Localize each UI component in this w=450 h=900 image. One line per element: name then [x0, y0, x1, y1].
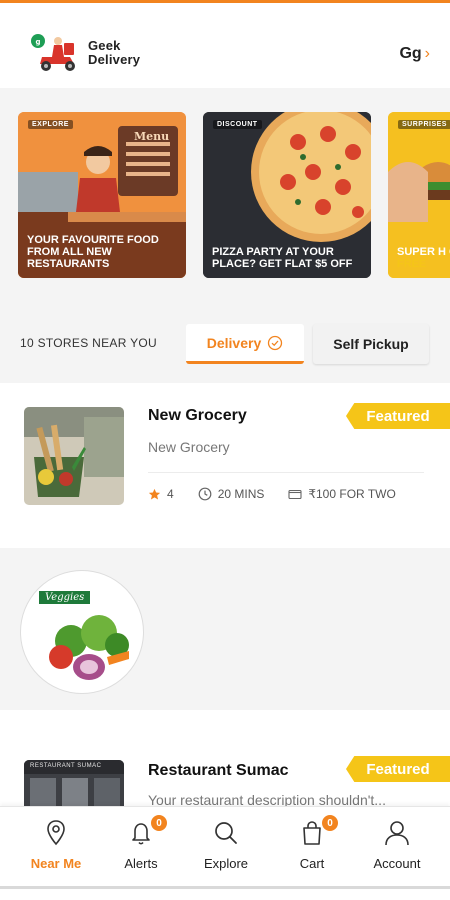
clock-icon — [198, 487, 212, 501]
banner-caption: SUPER H GET A BU FREE — [397, 246, 450, 270]
promo-carousel[interactable]: Menu EXPLORE YOUR FAVOURITE FOOD FROM AL… — [0, 88, 450, 303]
bell-icon — [132, 823, 150, 845]
star-icon — [148, 488, 161, 499]
tab-delivery-label: Delivery — [206, 334, 262, 351]
nav-alerts-label: Alerts — [124, 856, 158, 871]
featured-badge: Featured — [346, 756, 450, 782]
brand-line-2: Delivery — [88, 52, 141, 67]
tab-delivery[interactable]: Delivery — [186, 324, 304, 364]
user-initials: Gg — [399, 45, 422, 62]
price-value: ₹100 FOR TWO — [308, 487, 396, 501]
banner-highlight: FREE — [397, 258, 427, 270]
store-thumbnail — [24, 407, 124, 505]
delivery-time: 20 MINS — [198, 487, 265, 501]
nav-near-me[interactable]: Near Me — [16, 819, 96, 871]
nav-account-label: Account — [373, 856, 421, 871]
nav-cart[interactable]: 0 Cart — [272, 815, 352, 871]
store-name: New Grocery — [148, 407, 247, 424]
nav-account[interactable]: Account — [357, 819, 437, 871]
nav-cart-label: Cart — [299, 856, 325, 871]
chevron-right-icon: › — [424, 45, 430, 62]
tab-self-pickup-label: Self Pickup — [333, 336, 409, 352]
rating-value: 4 — [167, 487, 174, 501]
nav-explore-label: Explore — [203, 856, 249, 871]
delivery-scooter-logo-icon: g — [31, 34, 75, 71]
banner-tag: DISCOUNT — [213, 120, 262, 129]
bottom-navigation: Near Me 0 Alerts Explore 0 Cart Account — [0, 806, 450, 889]
tab-self-pickup[interactable]: Self Pickup — [313, 324, 429, 364]
nav-alerts[interactable]: 0 Alerts — [101, 815, 181, 871]
user-icon — [385, 821, 409, 846]
app-header: g Geek Delivery Gg › — [0, 0, 450, 88]
wallet-icon — [288, 489, 302, 500]
promo-banner-explore[interactable]: Menu EXPLORE YOUR FAVOURITE FOOD FROM AL… — [18, 112, 186, 278]
store-thumbnail: RESTAURANT SUMAC — [24, 760, 124, 806]
banner-tag: SURPRISES — [398, 120, 450, 129]
nav-explore[interactable]: Explore — [186, 819, 266, 871]
nav-near-me-label: Near Me — [30, 856, 82, 871]
check-circle-icon — [268, 335, 283, 350]
store-card[interactable]: RESTAURANT SUMAC Restaurant Sumac Featur… — [0, 710, 450, 806]
shopping-bag-icon — [303, 821, 321, 845]
stores-count: 10 STORES NEAR YOU — [20, 336, 158, 350]
price-for-two: ₹100 FOR TWO — [288, 487, 396, 501]
divider — [148, 472, 424, 473]
store-description: New Grocery — [148, 439, 230, 455]
user-profile-link[interactable]: Gg › — [399, 45, 430, 63]
delivery-time-value: 20 MINS — [217, 487, 265, 501]
promo-banner-surprises[interactable]: SURPRISES SUPER H GET A BU FREE — [388, 112, 450, 278]
featured-badge: Featured — [346, 403, 450, 429]
system-nav-line — [0, 886, 450, 889]
banner-tag: EXPLORE — [28, 120, 73, 129]
store-meta: 4 20 MINS ₹100 FOR TWO — [148, 487, 420, 501]
store-name: Restaurant Sumac — [148, 762, 289, 779]
category-veggies[interactable]: Veggies — [20, 570, 144, 694]
alerts-badge: 0 — [151, 815, 167, 831]
banner-caption: YOUR FAVOURITE FOOD FROM ALL NEW RESTAUR… — [27, 234, 159, 270]
category-label: Veggies — [39, 591, 91, 604]
promo-banner-discount[interactable]: DISCOUNT PIZZA PARTY AT YOUR PLACE? GET … — [203, 112, 371, 278]
vegetables-image-icon — [49, 615, 129, 680]
brand-line-1: Geek — [88, 38, 121, 53]
store-card[interactable]: New Grocery Featured New Grocery 4 20 MI… — [0, 383, 450, 548]
grocery-cart-image-icon — [24, 407, 124, 505]
storefront-sign: RESTAURANT SUMAC — [30, 763, 102, 769]
store-description: Your restaurant description shouldn't... — [148, 792, 386, 806]
svg-text:g: g — [35, 38, 40, 46]
menu-board-text: Menu — [134, 130, 170, 143]
store-filter-bar: 10 STORES NEAR YOU Delivery Self Pickup — [0, 303, 450, 383]
cart-badge: 0 — [322, 815, 338, 831]
banner-caption-text: SUPER H GET A BU — [397, 246, 450, 258]
search-icon — [215, 822, 237, 844]
rating: 4 — [148, 487, 174, 501]
location-pin-icon — [47, 820, 65, 846]
banner-caption: PIZZA PARTY AT YOUR PLACE? GET FLAT $5 O… — [212, 246, 353, 270]
category-row: Veggies — [0, 548, 450, 710]
brand-name: Geek Delivery — [88, 39, 140, 67]
